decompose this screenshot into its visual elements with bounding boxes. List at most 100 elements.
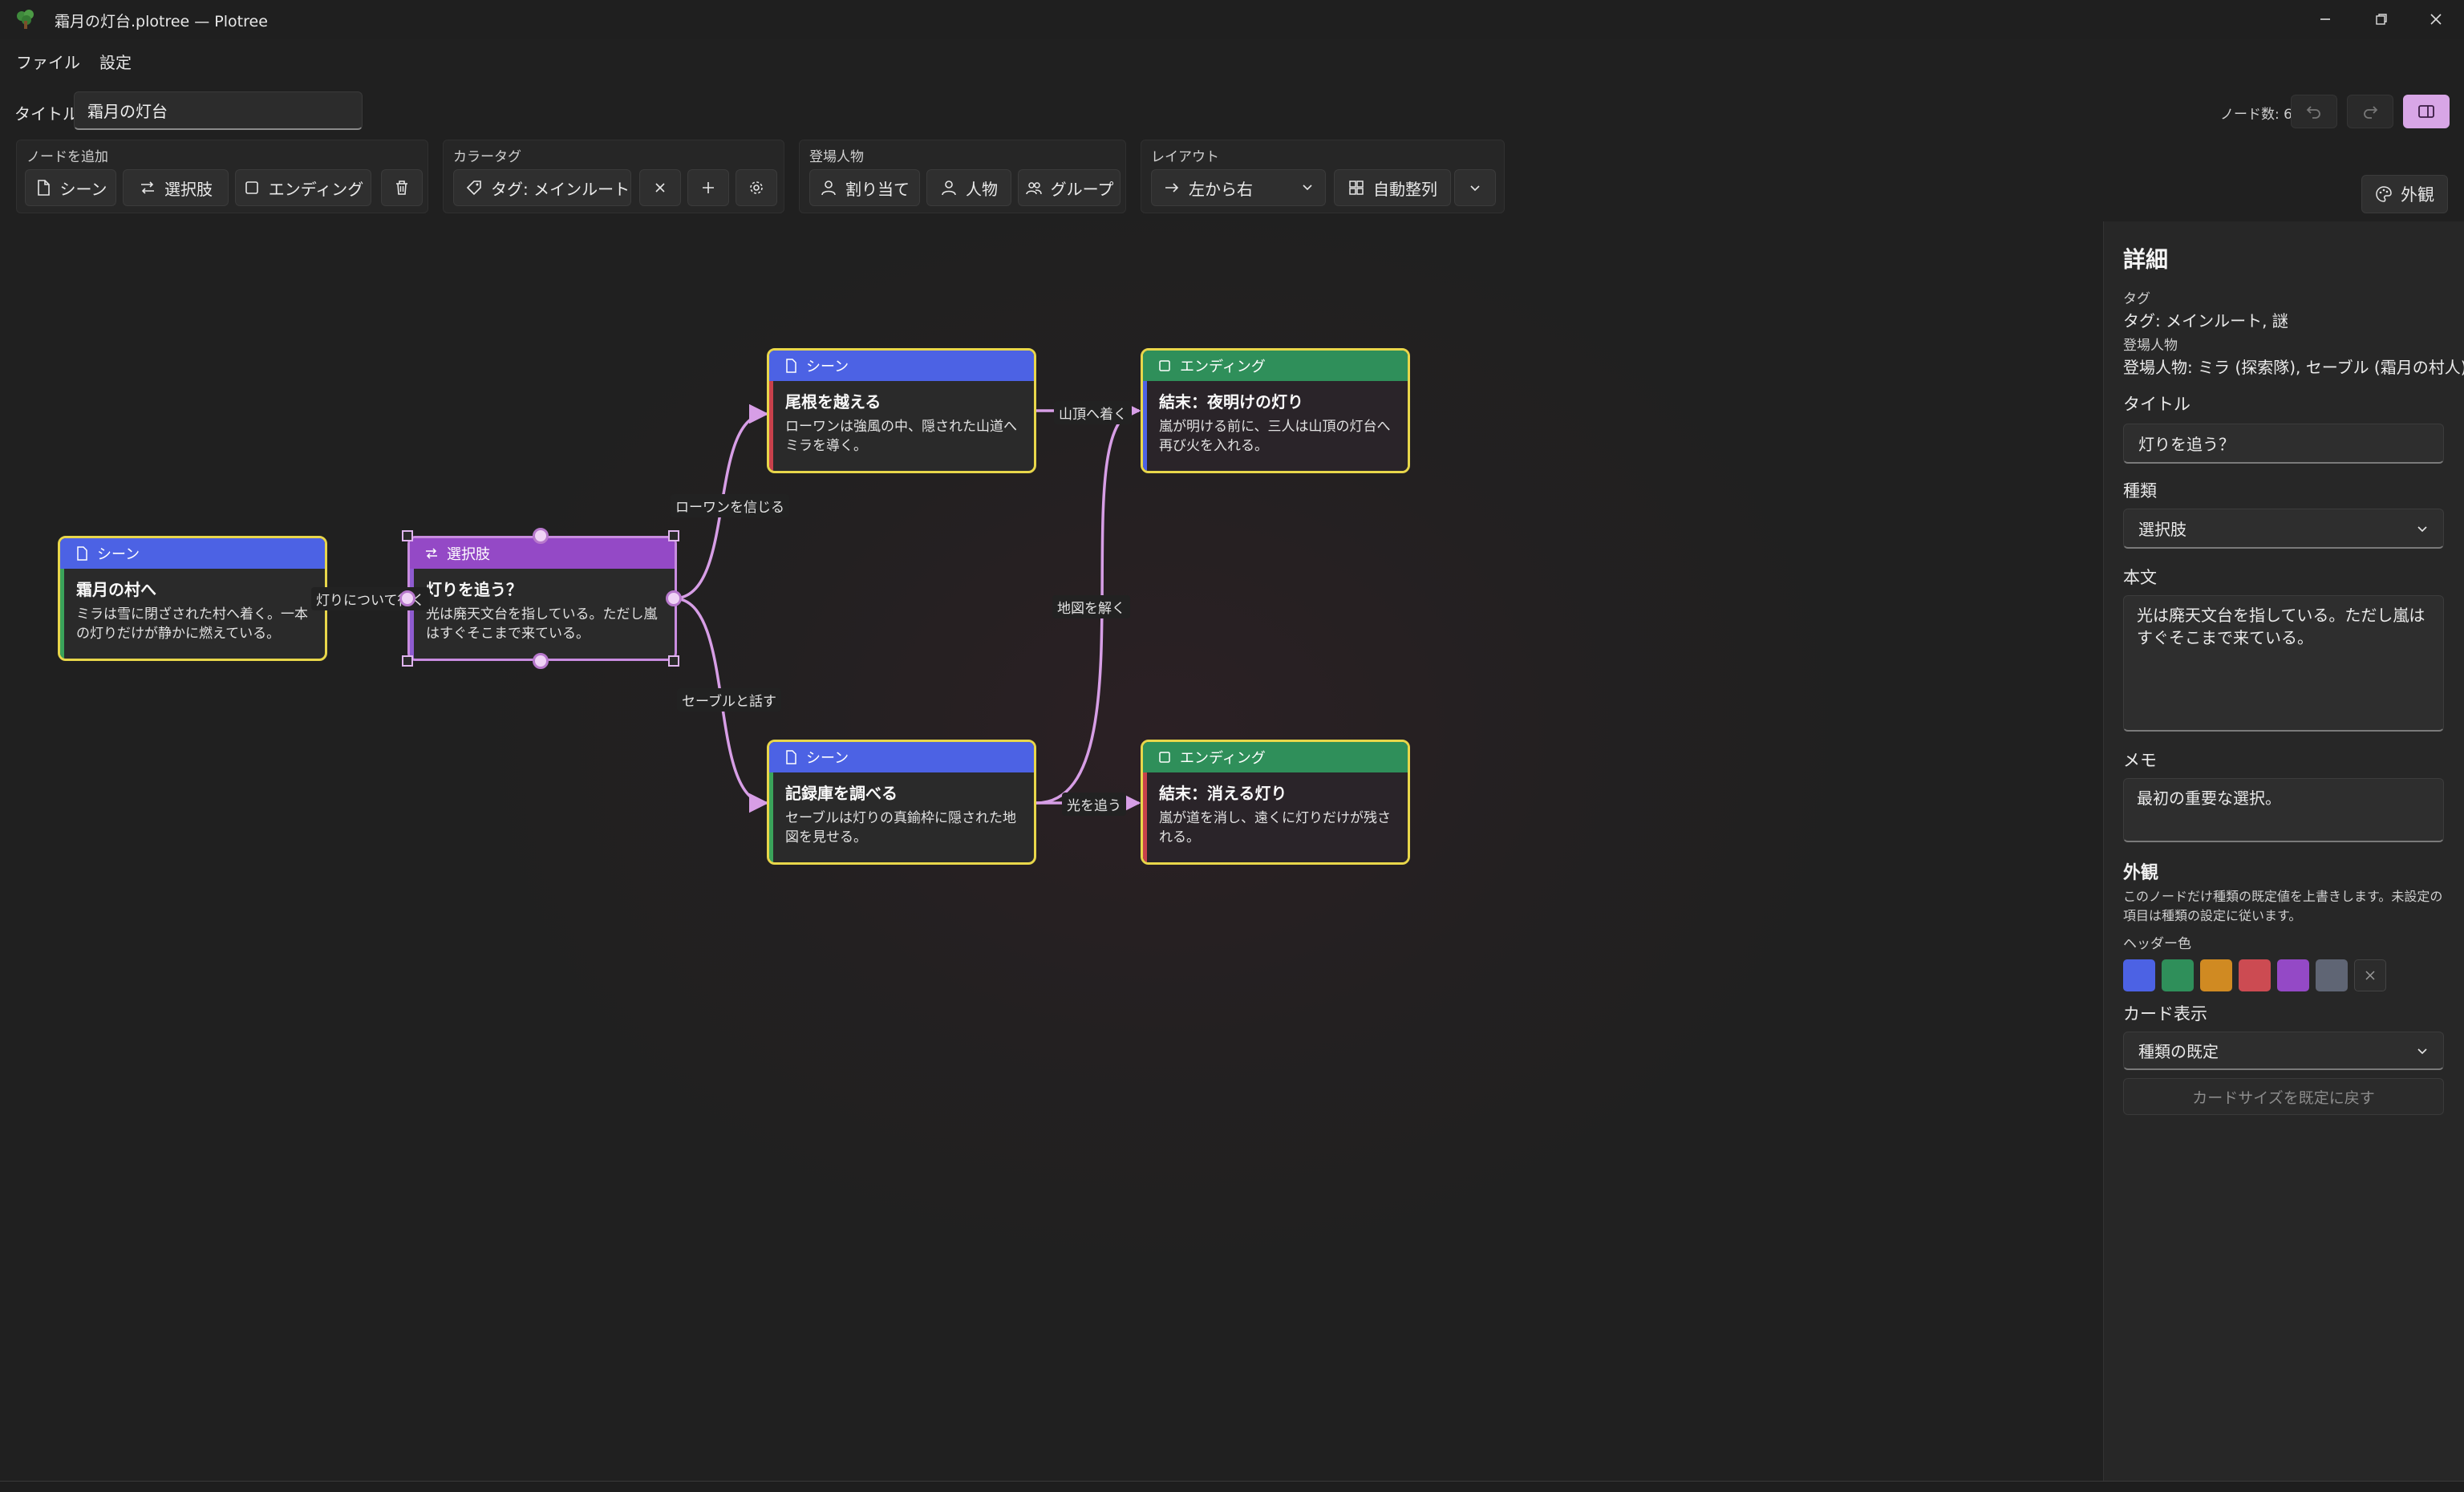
- chevron-down-icon: [2417, 1048, 2427, 1054]
- detail-tag-label: タグ: [2123, 291, 2150, 307]
- detail-body-textarea[interactable]: 光は廃天文台を指している。ただし嵐はすぐそこまで来ている。: [2123, 595, 2444, 732]
- close-window-button[interactable]: [2408, 0, 2464, 39]
- node-header: エンディング: [1143, 742, 1408, 772]
- connection-handle-bottom[interactable]: [533, 653, 549, 669]
- group-button[interactable]: グループ: [1018, 169, 1121, 206]
- node-header: シーン: [60, 538, 325, 569]
- detail-panel-toggle[interactable]: [2403, 95, 2450, 128]
- clear-tag-button[interactable]: [639, 169, 681, 206]
- swatch-orange[interactable]: [2200, 959, 2232, 991]
- appearance-button[interactable]: 外観: [2361, 175, 2448, 213]
- node-type: 選択肢: [447, 546, 490, 563]
- tag-settings-button[interactable]: [736, 169, 777, 206]
- layout-direction-select[interactable]: 左から右: [1151, 169, 1326, 206]
- add-tag-button[interactable]: [687, 169, 729, 206]
- detail-title-label: タイトル: [2123, 395, 2190, 414]
- person-button[interactable]: 人物: [926, 169, 1011, 206]
- node-archive[interactable]: シーン 記録庫を調べる セーブルは灯りの真鍮枠に隠された地図を見せる。: [767, 740, 1036, 865]
- detail-memo-textarea[interactable]: 最初の重要な選択。: [2123, 778, 2444, 842]
- detail-title-value: 灯りを追う？: [2138, 435, 2235, 454]
- node-title: 霜月の村へ: [76, 580, 156, 599]
- connection-handle-top[interactable]: [533, 528, 549, 544]
- edge-layer: [327, 400, 1141, 813]
- add-ending-label: エンディング: [268, 179, 364, 199]
- card-display-select[interactable]: 種類の既定: [2123, 1032, 2444, 1070]
- reset-card-size-label: カードサイズを既定に戻す: [2192, 1089, 2375, 1107]
- node-body: 灯りを追う？ 光は廃天文台を指している。ただし嵐はすぐそこまで来ている。: [410, 569, 675, 659]
- edge-label-solve-map[interactable]: 地図を解く: [1052, 595, 1130, 618]
- node-title: 結末：夜明けの灯り: [1159, 392, 1303, 412]
- story-canvas[interactable]: シーン 霜月の村へ ミラは雪に閉ざされた村へ着く。一本の灯りだけが静かに燃えてい…: [0, 221, 2103, 1481]
- add-ending-button[interactable]: エンディング: [235, 169, 371, 206]
- close-icon: [2365, 971, 2375, 980]
- node-text: ミラは雪に閉ざされた村へ着く。一本の灯りだけが静かに燃えている。: [76, 606, 308, 642]
- characters-label: 登場人物: [809, 149, 864, 165]
- redo-button[interactable]: [2347, 95, 2393, 128]
- story-title-input[interactable]: [74, 91, 363, 130]
- detail-memo-value: 最初の重要な選択。: [2137, 789, 2281, 808]
- resize-handle-top-left[interactable]: [402, 530, 413, 541]
- document-icon: [77, 546, 87, 561]
- edge-label-trust-rowan[interactable]: ローワンを信じる: [671, 494, 789, 517]
- restore-button[interactable]: [2353, 0, 2409, 39]
- node-ending-dawn[interactable]: エンディング 結末：夜明けの灯り 嵐が明ける前に、三人は山頂の灯台へ再び火を入れ…: [1141, 348, 1410, 473]
- tag-selector[interactable]: タグ: メインルート, 謎: [453, 169, 631, 206]
- document-icon: [786, 750, 796, 764]
- node-title: 灯りを追う？: [426, 580, 522, 599]
- node-ending-fade[interactable]: エンディング 結末：消える灯り 嵐が道を消し、遠くに灯りだけが残される。: [1141, 740, 1410, 865]
- detail-body-label: 本文: [2123, 568, 2157, 587]
- connection-handle-right[interactable]: [666, 590, 682, 606]
- close-icon: [2430, 14, 2442, 25]
- connection-handle-left[interactable]: [399, 590, 415, 606]
- person-label: 人物: [966, 179, 998, 199]
- characters-group: 登場人物 割り当て 人物 グループ: [799, 140, 1126, 213]
- detail-kind-select[interactable]: 選択肢: [2123, 509, 2444, 549]
- node-body: 結末：消える灯り 嵐が道を消し、遠くに灯りだけが残される。: [1143, 772, 1408, 862]
- color-tag-label: カラータグ: [453, 149, 521, 165]
- swatch-blue[interactable]: [2123, 959, 2155, 991]
- reset-card-size-button[interactable]: カードサイズを既定に戻す: [2123, 1078, 2444, 1115]
- menu-file[interactable]: ファイル: [16, 50, 80, 73]
- node-ridge[interactable]: シーン 尾根を越える ローワンは強風の中、隠された山道へミラを導く。: [767, 348, 1036, 473]
- node-text: 嵐が道を消し、遠くに灯りだけが残される。: [1159, 810, 1391, 845]
- auto-arrange-options-button[interactable]: [1454, 169, 1496, 206]
- edge-label-to-summit[interactable]: 山頂へ着く: [1054, 401, 1132, 424]
- auto-arrange-button[interactable]: 自動整列: [1334, 169, 1451, 206]
- node-type: シーン: [806, 750, 849, 767]
- delete-node-button[interactable]: [381, 169, 423, 206]
- people-icon: [1025, 182, 1042, 195]
- undo-button[interactable]: [2291, 95, 2337, 128]
- tag-selector-value: タグ: メインルート, 謎: [491, 179, 631, 199]
- edge-label-talk-sable[interactable]: セーブルと話す: [677, 688, 781, 712]
- node-choice[interactable]: 選択肢 灯りを追う？ 光は廃天文台を指している。ただし嵐はすぐそこまで来ている。: [407, 536, 677, 661]
- add-choice-button[interactable]: 選択肢: [123, 169, 229, 206]
- detail-kind-value: 選択肢: [2138, 520, 2186, 539]
- node-text: 嵐が明ける前に、三人は山頂の灯台へ再び火を入れる。: [1159, 419, 1391, 454]
- card-display-value: 種類の既定: [2138, 1042, 2219, 1061]
- swatch-clear-button[interactable]: [2354, 959, 2386, 991]
- swatch-green[interactable]: [2162, 959, 2194, 991]
- swatch-purple[interactable]: [2277, 959, 2309, 991]
- node-count: ノード数: 6: [2220, 107, 2292, 123]
- layout-group: レイアウト 左から右 自動整列: [1141, 140, 1505, 213]
- menu-settings[interactable]: 設定: [99, 50, 132, 73]
- swatch-gray[interactable]: [2316, 959, 2348, 991]
- window-title: 霜月の灯台.plotree — Plotree: [55, 13, 268, 30]
- detail-appearance-note: このノードだけ種類の既定値を上書きします。未設定の項目は種類の設定に従います。: [2123, 889, 2443, 923]
- side-panel-icon: [2418, 105, 2434, 118]
- swatch-red[interactable]: [2239, 959, 2271, 991]
- document-icon: [37, 180, 50, 196]
- edge-label-chase-light[interactable]: 光を追う: [1062, 793, 1126, 816]
- assign-character-button[interactable]: 割り当て: [809, 169, 920, 206]
- gear-icon: [750, 181, 763, 194]
- resize-handle-top-right[interactable]: [668, 530, 679, 541]
- color-tag-group: カラータグ タグ: メインルート, 謎: [443, 140, 784, 213]
- minimize-button[interactable]: [2297, 0, 2353, 39]
- node-header: エンディング: [1143, 351, 1408, 381]
- resize-handle-bottom-right[interactable]: [668, 655, 679, 667]
- detail-title-input[interactable]: 灯りを追う？: [2123, 424, 2444, 464]
- person-icon: [821, 180, 836, 196]
- add-scene-button[interactable]: シーン: [25, 169, 116, 206]
- resize-handle-bottom-left[interactable]: [402, 655, 413, 667]
- node-village[interactable]: シーン 霜月の村へ ミラは雪に閉ざされた村へ着く。一本の灯りだけが静かに燃えてい…: [58, 536, 327, 661]
